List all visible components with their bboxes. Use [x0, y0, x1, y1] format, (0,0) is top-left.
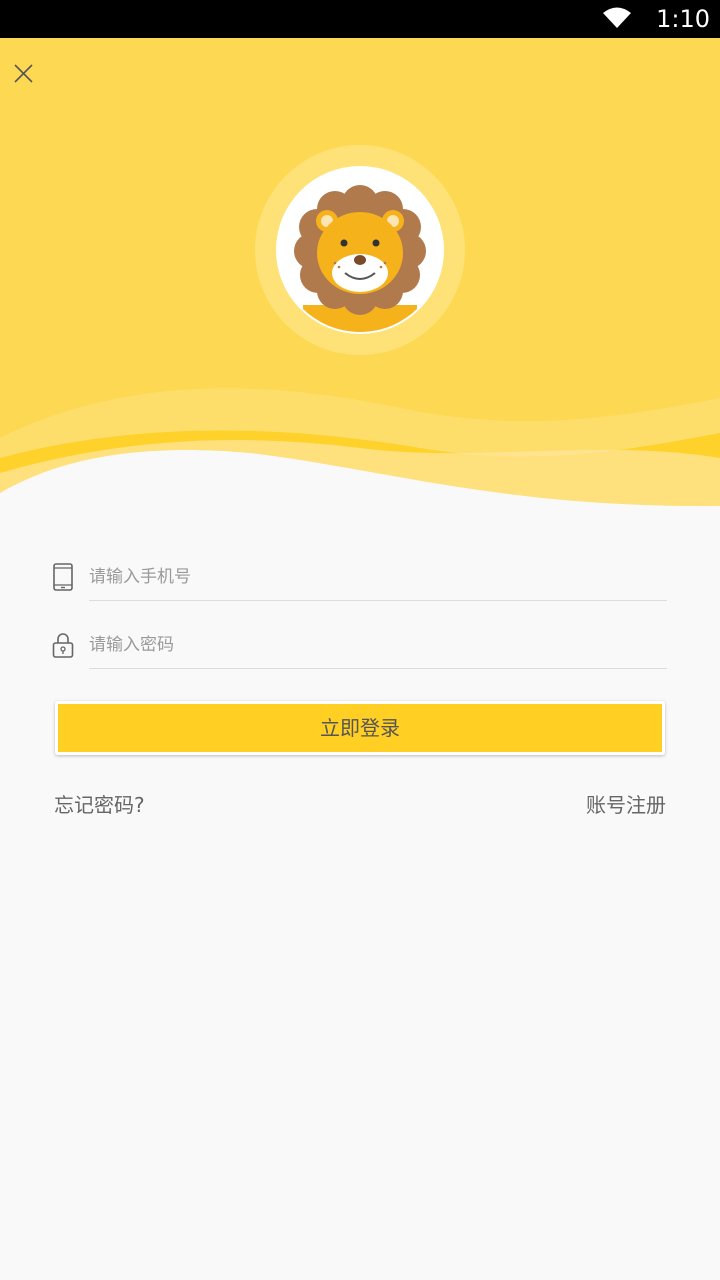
phone-input[interactable] [89, 554, 667, 601]
login-button[interactable]: 立即登录 [55, 701, 665, 755]
status-time: 1:10 [656, 5, 710, 33]
wifi-icon [603, 7, 631, 28]
password-input[interactable] [89, 622, 667, 669]
lock-icon [52, 633, 74, 658]
phone-row [52, 554, 667, 604]
phone-icon [53, 563, 73, 591]
status-bar: 1:10 [0, 0, 720, 38]
register-link[interactable]: 账号注册 [586, 790, 666, 820]
header-banner [0, 38, 720, 518]
close-icon[interactable] [10, 60, 38, 88]
forgot-password-link[interactable]: 忘记密码? [54, 790, 145, 820]
avatar [255, 145, 465, 355]
password-row [52, 622, 667, 672]
login-screen: 1:10 请输入手机号 立即登录 忘记密码? 账号注册 [0, 0, 720, 1280]
login-button-label: 立即登录 [58, 704, 662, 752]
